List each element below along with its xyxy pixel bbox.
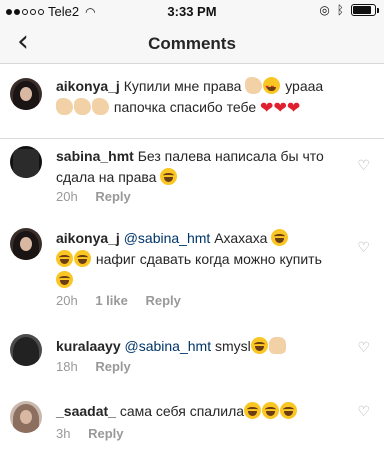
clapping-hands-icon: [245, 77, 263, 94]
comment-item: aikonya_j @sabina_hmt Ахахаха нафиг сдав…: [0, 224, 384, 316]
comment-message: Ахахаха: [214, 230, 268, 246]
tears-of-joy-emoji-icon: [280, 402, 298, 419]
comment-message: сама себя спалила: [119, 403, 245, 419]
comment-text: sabina_hmt Без палева написала бы что сд…: [56, 146, 336, 188]
tears-of-joy-emoji-icon: [56, 271, 73, 288]
mention-link[interactable]: @sabina_hmt: [124, 230, 211, 246]
comment-time: 20h: [56, 293, 78, 308]
status-icons: ◎ ᛒ: [319, 3, 379, 17]
comment-item: kuralaayy @sabina_hmt smysl 18h Reply ♡: [0, 330, 384, 382]
username-link[interactable]: aikonya_j: [56, 78, 120, 94]
tears-of-joy-emoji-icon: [74, 250, 91, 267]
caption-text: aikonya_j Купили мне права урааа папочка…: [56, 76, 336, 118]
tears-of-joy-emoji-icon: [271, 229, 289, 246]
thumbs-up-emoji-icon: [268, 337, 286, 354]
status-bar: Tele2 ◠ 3:33 PM ◎ ᛒ: [0, 0, 384, 24]
reply-button[interactable]: Reply: [95, 189, 130, 204]
tears-of-joy-emoji-icon: [160, 168, 178, 185]
like-heart-icon[interactable]: ♡: [357, 340, 370, 356]
caption-text-part: урааа: [285, 78, 324, 94]
red-heart-icon: ❤: [273, 98, 287, 117]
reply-button[interactable]: Reply: [95, 359, 130, 374]
tears-of-joy-emoji-icon: [250, 337, 268, 354]
comment-meta: 3h Reply: [56, 426, 138, 441]
post-caption: aikonya_j Купили мне права урааа папочка…: [0, 64, 384, 139]
reply-button[interactable]: Reply: [145, 293, 180, 308]
avatar[interactable]: [10, 334, 42, 366]
page-title: Comments: [148, 34, 236, 53]
navigation-header: ‹ Comments: [0, 24, 384, 64]
comment-message: smysl: [214, 338, 251, 354]
red-heart-icon: ❤: [260, 98, 274, 117]
username-link[interactable]: _saadat_: [56, 403, 116, 419]
comment-text: _saadat_ сама себя спалила: [56, 401, 336, 422]
like-heart-icon[interactable]: ♡: [357, 404, 370, 420]
heart-eyes-emoji-icon: [263, 77, 281, 99]
clapping-hands-icon: [92, 98, 109, 115]
caption-text-part: папочка спасибо тебе: [113, 99, 257, 115]
comment-meta: 20h Reply: [56, 189, 145, 204]
like-heart-icon[interactable]: ♡: [357, 240, 370, 256]
clapping-hands-icon: [74, 98, 91, 115]
comment-meta: 18h Reply: [56, 359, 145, 374]
mention-link[interactable]: @sabina_hmt: [125, 338, 212, 354]
like-heart-icon[interactable]: ♡: [357, 158, 370, 174]
comment-text: kuralaayy @sabina_hmt smysl: [56, 336, 336, 357]
comment-meta: 20h 1 like Reply: [56, 293, 195, 308]
lock-rotation-icon: ◎: [319, 3, 330, 17]
comment-time: 18h: [56, 359, 78, 374]
battery-icon: [351, 4, 379, 16]
bluetooth-icon: ᛒ: [336, 3, 344, 17]
comment-message: нафиг сдавать когда можно купить: [95, 251, 322, 267]
comment-item: sabina_hmt Без палева написала бы что сд…: [0, 142, 384, 212]
avatar[interactable]: [10, 78, 42, 110]
tears-of-joy-emoji-icon: [56, 250, 73, 267]
avatar[interactable]: [10, 146, 42, 178]
username-link[interactable]: sabina_hmt: [56, 148, 134, 164]
username-link[interactable]: aikonya_j: [56, 230, 120, 246]
red-heart-icon: ❤: [286, 98, 301, 117]
battery-level: [353, 6, 371, 14]
clapping-hands-icon: [56, 98, 73, 115]
avatar[interactable]: [10, 401, 42, 433]
likes-count[interactable]: 1 like: [95, 293, 128, 308]
tears-of-joy-emoji-icon: [244, 402, 262, 419]
comment-time: 20h: [56, 189, 78, 204]
username-link[interactable]: kuralaayy: [56, 338, 121, 354]
tears-of-joy-emoji-icon: [262, 402, 280, 419]
comment-item: _saadat_ сама себя спалила 3h Reply ♡: [0, 398, 384, 450]
comment-time: 3h: [56, 426, 71, 441]
comment-text: aikonya_j @sabina_hmt Ахахаха нафиг сдав…: [56, 228, 336, 291]
reply-button[interactable]: Reply: [88, 426, 123, 441]
caption-text-part: Купили мне права: [123, 78, 242, 94]
avatar[interactable]: [10, 228, 42, 260]
